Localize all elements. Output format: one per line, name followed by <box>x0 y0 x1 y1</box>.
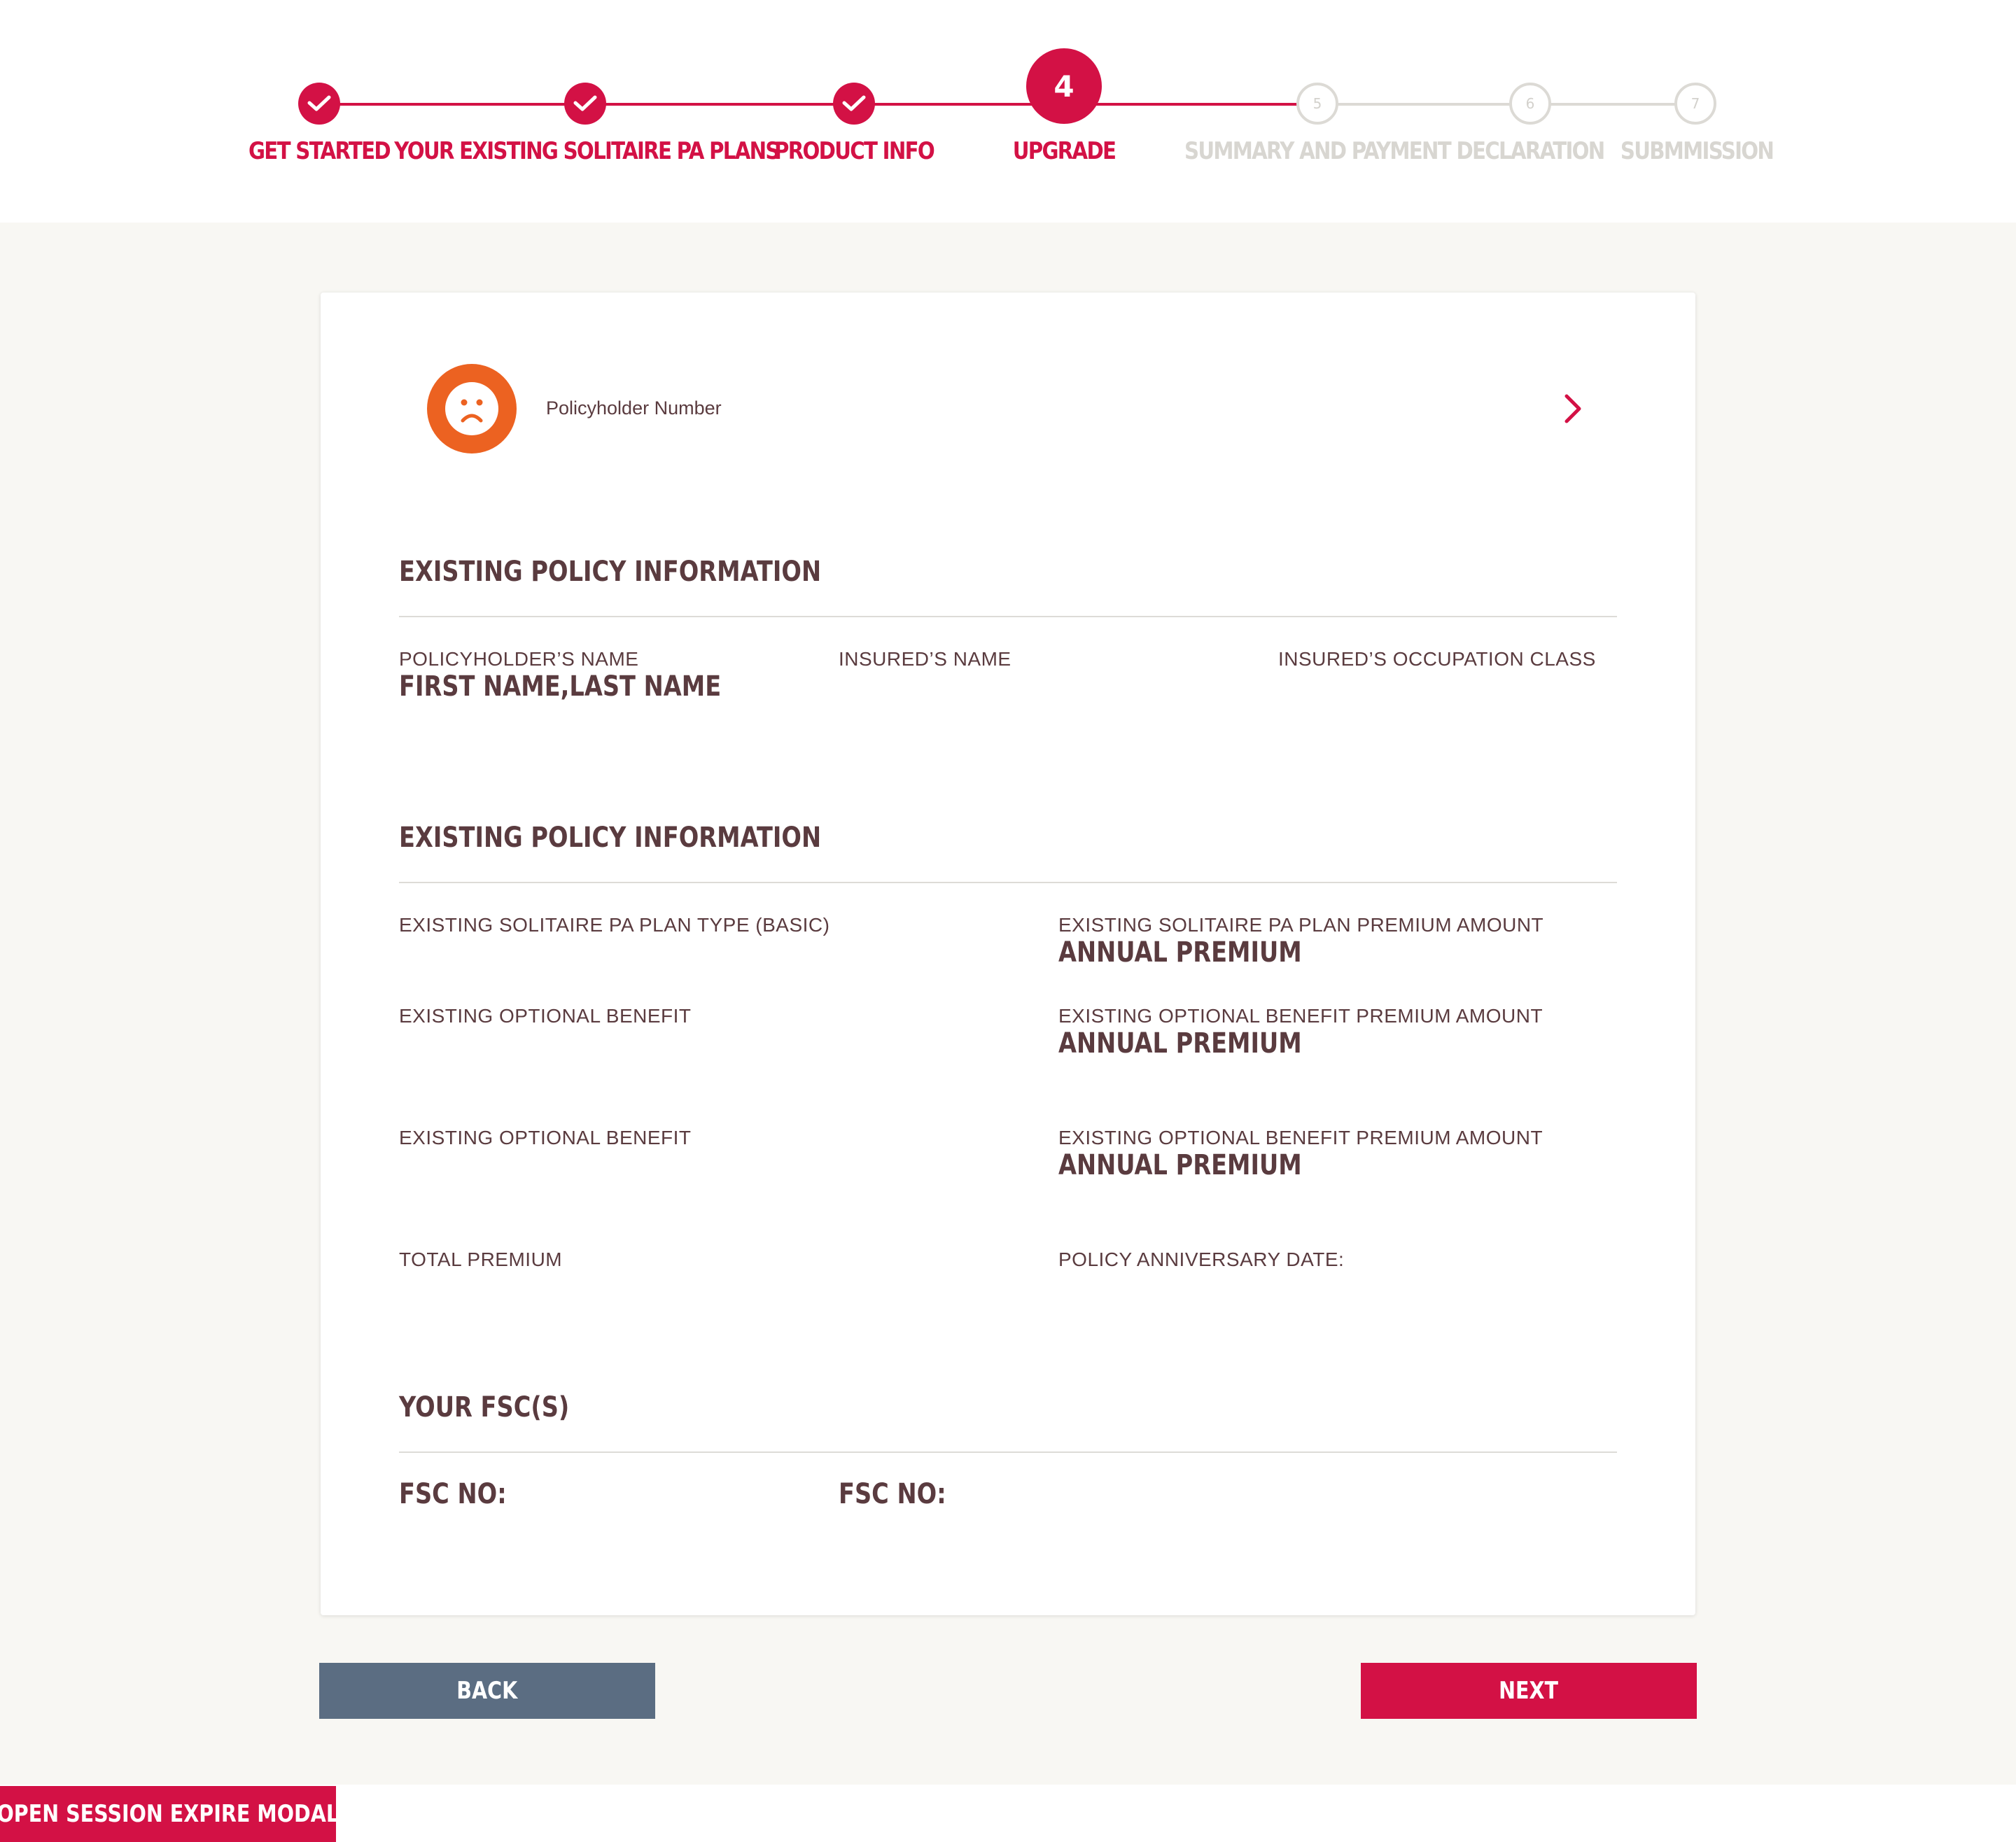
fsc-no-label-2: FSC NO: <box>839 1478 946 1510</box>
optional-benefit-2-label: EXISTING OPTIONAL BENEFIT <box>399 1127 692 1148</box>
back-button-label: BACK <box>456 1677 518 1705</box>
optional-benefit-1-premium-value: ANNUAL PREMIUM <box>1058 1027 1302 1060</box>
total-premium-label: TOTAL PREMIUM <box>399 1249 563 1270</box>
step-3-complete <box>833 83 875 125</box>
check-icon <box>842 95 866 111</box>
anniversary-date-label: POLICY ANNIVERSARY DATE: <box>1058 1249 1345 1270</box>
chevron-right-icon[interactable] <box>1555 392 1589 426</box>
step-7-pending: 7 <box>1674 83 1716 125</box>
section-divider <box>399 882 1617 883</box>
section-divider <box>399 616 1617 617</box>
optional-benefit-1-premium-label: EXISTING OPTIONAL BENEFIT PREMIUM AMOUNT <box>1058 1005 1544 1027</box>
step-connector <box>585 103 854 106</box>
step-connector <box>1316 103 1530 106</box>
check-icon <box>307 95 331 111</box>
next-button-label: NEXT <box>1499 1677 1559 1705</box>
check-icon <box>573 95 597 111</box>
optional-benefit-1-label: EXISTING OPTIONAL BENEFIT <box>399 1005 692 1027</box>
step-connector <box>319 103 585 106</box>
sad-face-icon <box>427 364 517 454</box>
back-button[interactable]: BACK <box>319 1663 655 1719</box>
step-2-complete <box>564 83 606 125</box>
optional-benefit-2-premium-label: EXISTING OPTIONAL BENEFIT PREMIUM AMOUNT <box>1058 1127 1544 1148</box>
step-4-current: 4 <box>1026 48 1102 124</box>
policy-header-row[interactable]: Policyholder Number <box>427 364 1589 455</box>
section-title-fsc: YOUR FSC(S) <box>399 1391 570 1423</box>
policyholder-name-value: FIRST NAME,LAST NAME <box>399 670 722 703</box>
step-6-pending: 6 <box>1509 83 1551 125</box>
policyholder-number-label: Policyholder Number <box>546 398 722 419</box>
insured-occupation-label: INSURED’S OCCUPATION CLASS <box>1278 648 1596 670</box>
fsc-no-label-1: FSC NO: <box>399 1478 507 1510</box>
plan-premium-value: ANNUAL PREMIUM <box>1058 936 1302 969</box>
section-divider <box>399 1451 1617 1453</box>
next-button[interactable]: NEXT <box>1361 1663 1697 1719</box>
optional-benefit-2-premium-value: ANNUAL PREMIUM <box>1058 1149 1302 1181</box>
policy-card: Policyholder Number EXISTING POLICY INFO… <box>321 293 1695 1615</box>
step-5-pending: 5 <box>1296 83 1338 125</box>
policyholder-name-label: POLICYHOLDER’S NAME <box>399 648 639 670</box>
open-session-expire-modal-button[interactable]: OPEN SESSION EXPIRE MODAL <box>0 1786 340 1842</box>
plan-type-label: EXISTING SOLITAIRE PA PLAN TYPE (BASIC) <box>399 914 830 936</box>
session-button-label: OPEN SESSION EXPIRE MODAL <box>0 1800 340 1828</box>
section-title-policy-info: EXISTING POLICY INFORMATION <box>399 556 822 588</box>
insured-name-label: INSURED’S NAME <box>839 648 1011 670</box>
progress-stepper: GET STARTED YOUR EXISTING SOLITAIRE PA P… <box>0 0 2016 223</box>
step-1-complete <box>298 83 340 125</box>
step-connector <box>1530 103 1695 106</box>
step-label-submission: SUBMMISSION <box>1620 137 1774 165</box>
section-title-plan-info: EXISTING POLICY INFORMATION <box>399 822 822 854</box>
plan-premium-label: EXISTING SOLITAIRE PA PLAN PREMIUM AMOUN… <box>1058 914 1544 936</box>
step-connector <box>1064 103 1316 106</box>
